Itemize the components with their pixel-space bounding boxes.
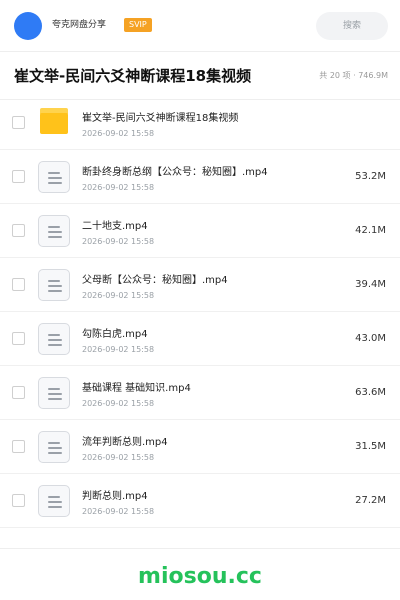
folder-meta: 共 20 项 · 746.9M [319,71,388,80]
file-date: 2026-09-02 15:58 [82,291,155,300]
list-item[interactable]: 判断总则.mp4 2026-09-02 15:58 27.2M [0,474,400,528]
document-icon [38,323,70,355]
page-title: 崔文举-民间六爻神断课程18集视频 [14,67,252,85]
file-name: 父母断【公众号：秘知圈】.mp4 [82,275,228,286]
file-name: 判断总则.mp4 [82,491,148,502]
file-size: 63.6M [355,387,386,398]
footer-divider [0,548,400,549]
file-size: 39.4M [355,279,386,290]
document-icon [38,161,70,193]
select-checkbox[interactable] [12,440,25,453]
folder-title-row: 崔文举-民间六爻神断课程18集视频 共 20 项 · 746.9M [0,52,400,100]
file-size: 42.1M [355,225,386,236]
file-size: 27.2M [355,495,386,506]
file-name: 勾陈白虎.mp4 [82,329,148,340]
select-checkbox[interactable] [12,170,25,183]
list-item[interactable]: 基础课程 基础知识.mp4 2026-09-02 15:58 63.6M [0,366,400,420]
file-list: 崔文举-民间六爻神断课程18集视频 2026-09-02 15:58 断卦终身断… [0,96,400,528]
file-name: 基础课程 基础知识.mp4 [82,383,191,394]
file-date: 2026-09-02 15:58 [82,507,155,516]
file-date: 2026-09-02 15:58 [82,237,155,246]
select-checkbox[interactable] [12,278,25,291]
select-checkbox[interactable] [12,224,25,237]
list-item[interactable]: 崔文举-民间六爻神断课程18集视频 2026-09-02 15:58 [0,96,400,150]
file-date: 2026-09-02 15:58 [82,129,155,138]
file-name: 崔文举-民间六爻神断课程18集视频 [82,113,239,124]
watermark: miosou.cc [138,564,262,589]
file-name: 流年判断总则.mp4 [82,437,168,448]
file-date: 2026-09-02 15:58 [82,399,155,408]
search-button[interactable]: 搜索 [316,12,388,40]
list-item[interactable]: 断卦终身断总纲【公众号：秘知圈】.mp4 2026-09-02 15:58 53… [0,150,400,204]
svip-badge: SVIP [124,18,152,32]
document-icon [38,215,70,247]
select-checkbox[interactable] [12,116,25,129]
share-source-label: 夸克网盘分享 [52,20,107,30]
list-item[interactable]: 勾陈白虎.mp4 2026-09-02 15:58 43.0M [0,312,400,366]
file-size: 43.0M [355,333,386,344]
list-item[interactable]: 流年判断总则.mp4 2026-09-02 15:58 31.5M [0,420,400,474]
document-icon [38,431,70,463]
document-icon [38,269,70,301]
file-size: 53.2M [355,171,386,182]
file-name: 二十地支.mp4 [82,221,148,232]
select-checkbox[interactable] [12,332,25,345]
file-size: 31.5M [355,441,386,452]
file-date: 2026-09-02 15:58 [82,345,155,354]
avatar[interactable] [14,12,42,40]
file-date: 2026-09-02 15:58 [82,453,155,462]
app-header: 夸克网盘分享 SVIP 搜索 [0,0,400,52]
select-checkbox[interactable] [12,494,25,507]
list-item[interactable]: 父母断【公众号：秘知圈】.mp4 2026-09-02 15:58 39.4M [0,258,400,312]
select-checkbox[interactable] [12,386,25,399]
file-name: 断卦终身断总纲【公众号：秘知圈】.mp4 [82,167,268,178]
list-item[interactable]: 二十地支.mp4 2026-09-02 15:58 42.1M [0,204,400,258]
document-icon [38,485,70,517]
folder-icon [40,108,68,134]
file-date: 2026-09-02 15:58 [82,183,155,192]
document-icon [38,377,70,409]
